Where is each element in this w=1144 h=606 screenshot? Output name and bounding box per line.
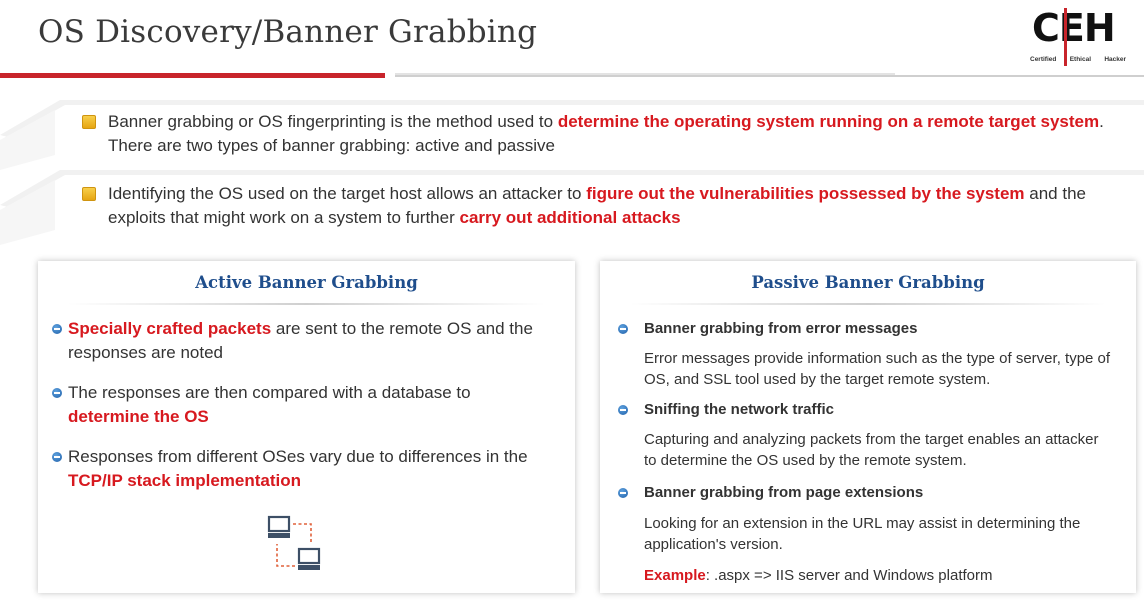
header-grey-rule bbox=[395, 75, 1144, 77]
passive-2-heading-text: Sniffing the network traffic bbox=[644, 401, 835, 418]
active-banner-panel: Active Banner Grabbing Specially crafted… bbox=[38, 261, 575, 593]
passive-title-divider bbox=[630, 303, 1106, 305]
passive-desc-3: Looking for an extension in the URL may … bbox=[644, 515, 1081, 553]
square-bullet-icon bbox=[82, 115, 96, 129]
logo-word-ethical: Ethical bbox=[1069, 56, 1091, 63]
circle-bullet-icon bbox=[618, 324, 628, 334]
intro-bullet-2: Identifying the OS used on the target ho… bbox=[82, 182, 1118, 230]
passive-desc-2: Capturing and analyzing packets from the… bbox=[644, 431, 1099, 469]
example-label: Example bbox=[644, 567, 706, 584]
network-computers-icon bbox=[267, 515, 321, 570]
logo: CEH Certified Ethical Hacker bbox=[1028, 6, 1126, 68]
header-red-rule bbox=[0, 73, 385, 78]
square-bullet-icon bbox=[82, 187, 96, 201]
logo-subtitle: Certified Ethical Hacker bbox=[1030, 56, 1126, 63]
passive-3-heading-text: Banner grabbing from page extensions bbox=[644, 484, 924, 501]
passive-heading-2: Sniffing the network traffic bbox=[618, 399, 1114, 420]
passive-desc-1: Error messages provide information such … bbox=[644, 350, 1111, 388]
active-panel-title: Active Banner Grabbing bbox=[195, 273, 418, 292]
active-2-text: The responses are then compared with a d… bbox=[68, 383, 471, 402]
intro-2-highlight-2: carry out additional attacks bbox=[459, 208, 681, 227]
logo-letters: CEH bbox=[1032, 6, 1116, 50]
circle-bullet-icon bbox=[52, 324, 62, 334]
circle-bullet-icon bbox=[618, 488, 628, 498]
intro-1-highlight: determine the operating system running o… bbox=[557, 112, 1100, 131]
page-title: OS Discovery/Banner Grabbing bbox=[38, 14, 538, 50]
intro-2-text: Identifying the OS used on the target ho… bbox=[108, 184, 587, 203]
active-item-3: Responses from different OSes vary due t… bbox=[52, 445, 548, 493]
logo-word-hacker: Hacker bbox=[1104, 56, 1126, 63]
active-3-text: Responses from different OSes vary due t… bbox=[68, 447, 528, 466]
logo-word-certified: Certified bbox=[1030, 56, 1057, 63]
passive-heading-3: Banner grabbing from page extensions bbox=[618, 482, 1114, 503]
passive-heading-1: Banner grabbing from error messages bbox=[618, 318, 1114, 339]
intro-bullet-1: Banner grabbing or OS fingerprinting is … bbox=[82, 110, 1118, 158]
active-3-highlight: TCP/IP stack implementation bbox=[68, 471, 302, 490]
passive-banner-panel: Passive Banner Grabbing Banner grabbing … bbox=[600, 261, 1136, 593]
active-item-1: Specially crafted packets are sent to th… bbox=[52, 317, 548, 365]
passive-1-heading-text: Banner grabbing from error messages bbox=[644, 320, 918, 337]
active-item-2: The responses are then compared with a d… bbox=[52, 381, 548, 429]
active-title-divider bbox=[68, 303, 545, 305]
passive-panel-title: Passive Banner Grabbing bbox=[751, 273, 985, 292]
passive-example: Example: .aspx => IIS server and Windows… bbox=[644, 565, 1114, 586]
example-text: : .aspx => IIS server and Windows platfo… bbox=[705, 567, 993, 584]
intro-1-text: Banner grabbing or OS fingerprinting is … bbox=[108, 112, 558, 131]
circle-bullet-icon bbox=[52, 452, 62, 462]
circle-bullet-icon bbox=[618, 405, 628, 415]
circle-bullet-icon bbox=[52, 388, 62, 398]
active-2-highlight: determine the OS bbox=[68, 407, 209, 426]
active-1-highlight: Specially crafted packets bbox=[68, 319, 272, 338]
intro-2-highlight: figure out the vulnerabilities possessed… bbox=[586, 184, 1025, 203]
